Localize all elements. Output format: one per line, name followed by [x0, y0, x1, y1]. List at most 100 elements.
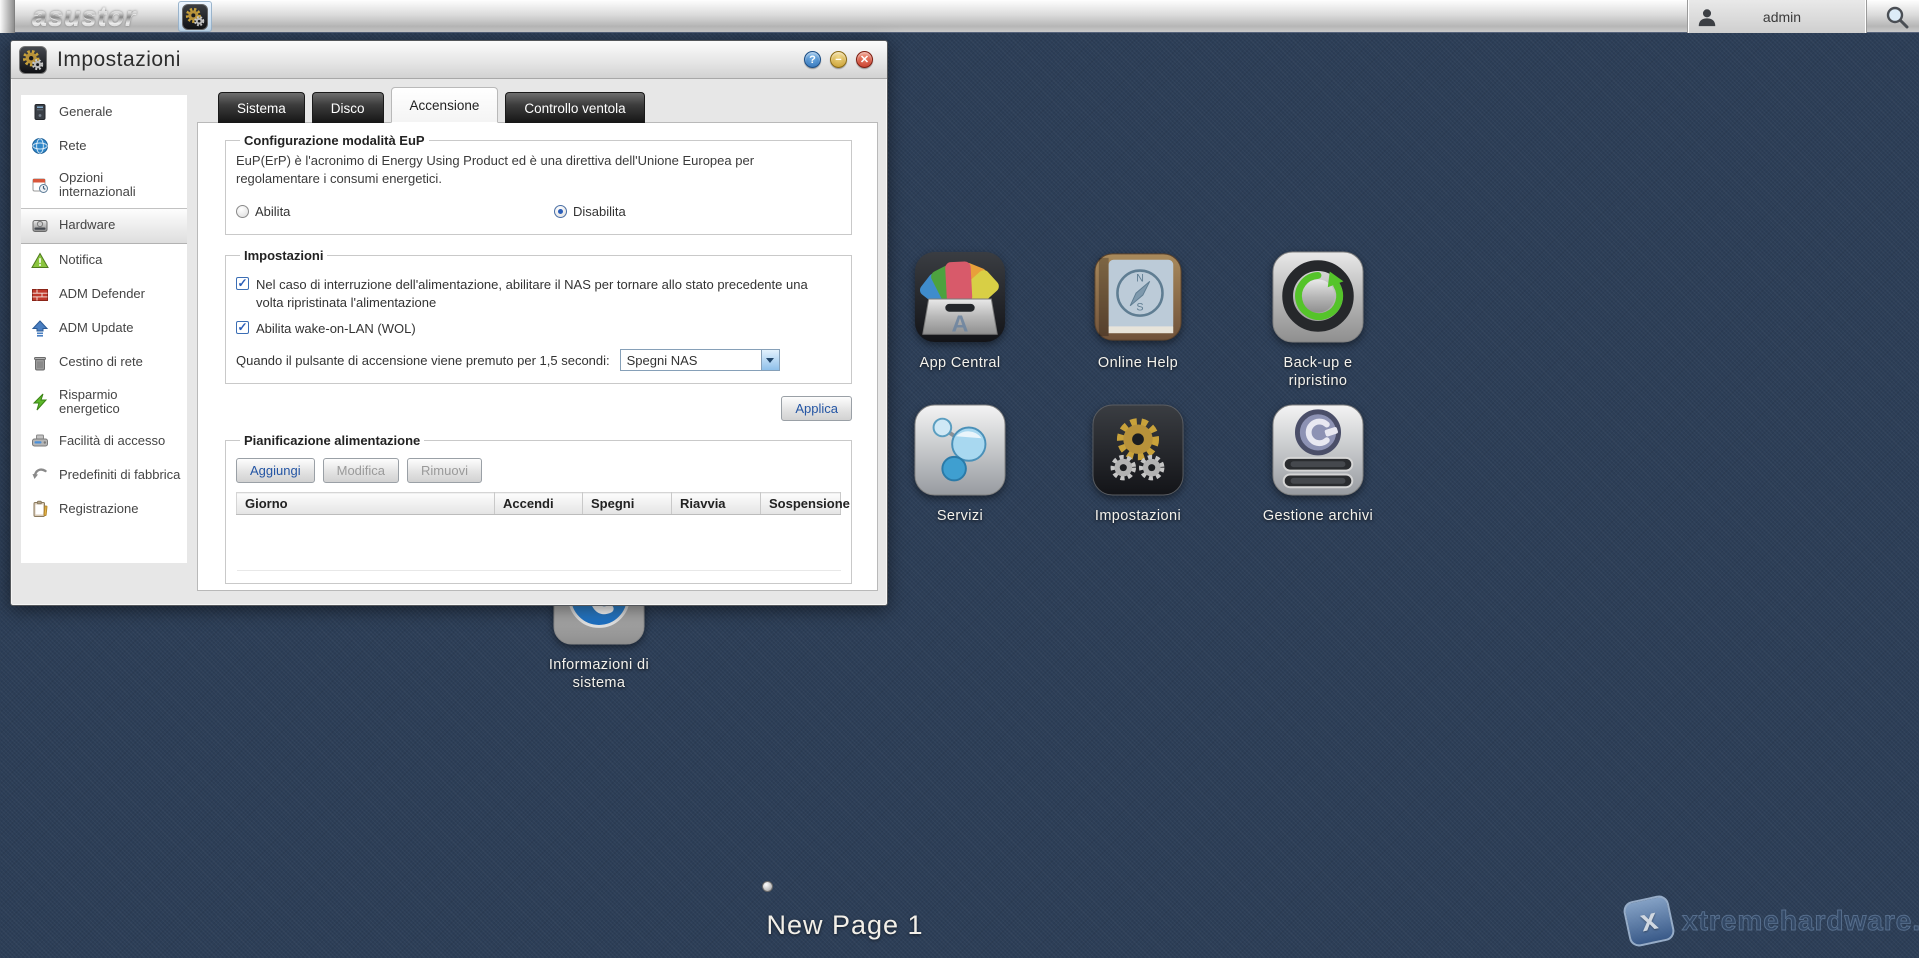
top-bar: asustor admin [0, 0, 1919, 33]
device-icon [32, 434, 48, 447]
sidebar-item-label: Risparmio energetico [59, 386, 120, 416]
clipboard-icon [33, 500, 48, 518]
warning-triangle-icon [31, 252, 49, 268]
desktop-icon-online-help[interactable]: N S Online Help [1058, 250, 1218, 372]
pianificazione-legend: Pianificazione alimentazione [244, 433, 421, 449]
col-giorno[interactable]: Giorno [236, 492, 495, 516]
pianificazione-fieldset: Pianificazione alimentazione Aggiungi Mo… [225, 433, 852, 585]
power-action-select[interactable]: Spegni NAS [619, 349, 780, 372]
checkbox-checked-icon[interactable] [236, 321, 249, 335]
green-bolt-icon [32, 393, 48, 411]
sidebar-item-label: Registrazione [59, 501, 139, 517]
desktop-icon-app-central[interactable]: A App Central [880, 250, 1040, 372]
services-icon [914, 404, 1006, 496]
empty-table-row [236, 514, 841, 572]
radio-icon[interactable] [236, 205, 249, 219]
checkbox-checked-icon[interactable] [236, 277, 249, 291]
col-accendi[interactable]: Accendi [494, 492, 583, 516]
sidebar-item-label: Facilità di accesso [59, 433, 166, 449]
settings-window: Impostazioni ? − ✕ Generale Rete Opzioni… [10, 40, 888, 606]
asustor-logo: asustor [32, 1, 137, 31]
eup-legend: Configurazione modalità EuP [244, 133, 425, 148]
desktop-icon-backup-ripristino[interactable]: Back-up e ripristino [1238, 250, 1398, 390]
sidebar-item-cestino-di-rete[interactable]: Cestino di rete [21, 346, 187, 380]
impostazioni-legend: Impostazioni [244, 248, 324, 264]
checkbox-label: Abilita wake-on-LAN (WOL) [256, 321, 416, 337]
sidebar-item-label: Hardware [59, 217, 116, 233]
sidebar-item-predefiniti-di-fabbrica[interactable]: Predefiniti di fabbrica [21, 458, 187, 492]
sidebar-item-notifica[interactable]: Notifica [21, 244, 187, 278]
power-button-label: Quando il pulsante di accensione viene p… [236, 352, 610, 368]
apply-button[interactable]: Applica [781, 396, 852, 422]
undo-arrow-icon [32, 468, 47, 480]
search-button[interactable] [1883, 3, 1913, 31]
sidebar-item-opzioni-internazionali[interactable]: Opzioni internazionali [21, 163, 187, 208]
edit-button[interactable]: Modifica [322, 458, 400, 484]
help-button[interactable]: ? [804, 51, 821, 68]
gears-icon [182, 3, 208, 30]
backup-restore-icon [1272, 251, 1364, 343]
user-menu[interactable]: admin [1687, 0, 1867, 33]
firewall-icon [32, 288, 48, 301]
chevron-down-icon[interactable] [760, 350, 779, 371]
sidebar-item-label: Rete [59, 137, 87, 153]
icon-label: App Central [919, 355, 1001, 371]
network-globe-icon [32, 138, 48, 154]
close-button[interactable]: ✕ [856, 51, 873, 68]
sidebar-item-generale[interactable]: Generale [21, 95, 187, 129]
icon-label: Informazioni di sistema [548, 657, 650, 692]
online-help-icon: N S [1094, 253, 1182, 341]
update-arrow-icon [31, 319, 49, 337]
sidebar-item-label: Generale [59, 103, 113, 119]
checkbox-wol[interactable]: Abilita wake-on-LAN (WOL) [236, 320, 841, 338]
col-spegni[interactable]: Spegni [582, 492, 672, 516]
sidebar-item-rete[interactable]: Rete [21, 129, 187, 163]
user-icon [1698, 8, 1716, 26]
tab-controllo-ventola[interactable]: Controllo ventola [505, 92, 645, 123]
col-riavvia[interactable]: Riavvia [671, 492, 761, 516]
tab-sistema[interactable]: Sistema [218, 92, 305, 123]
desktop-icon-servizi[interactable]: Servizi [880, 403, 1040, 525]
calendar-clock-icon [32, 178, 48, 194]
svg-text:N: N [1136, 272, 1144, 284]
col-sospensione[interactable]: Sospensione [760, 492, 850, 516]
sidebar-item-registrazione[interactable]: Registrazione [21, 492, 187, 526]
desktop-dot [762, 881, 773, 892]
checkbox-restore-power[interactable]: Nel caso di interruzione dell'alimentazi… [236, 276, 841, 311]
remove-button[interactable]: Rimuovi [407, 458, 482, 484]
sidebar-item-risparmio-energetico[interactable]: Risparmio energetico [21, 380, 187, 425]
sidebar-item-adm-update[interactable]: ADM Update [21, 312, 187, 346]
icon-label: Impostazioni [1094, 508, 1182, 524]
settings-gears-icon [1092, 404, 1184, 496]
trash-icon [34, 356, 46, 371]
sidebar-item-label: Cestino di rete [59, 354, 143, 370]
desktop-icon-gestione-archivi[interactable]: Gestione archivi [1238, 403, 1398, 525]
radio-disabilita[interactable]: Disabilita [554, 204, 626, 219]
sidebar-item-label: Predefiniti di fabbrica [59, 467, 181, 483]
tab-disco[interactable]: Disco [311, 92, 384, 123]
desktop-icon-impostazioni[interactable]: Impostazioni [1058, 403, 1218, 525]
panel-collapse-handle[interactable] [0, 0, 15, 33]
radio-abilita[interactable]: Abilita [236, 204, 290, 219]
server-icon [34, 104, 46, 120]
tab-accensione[interactable]: Accensione [390, 87, 499, 123]
icon-label: Online Help [1097, 355, 1179, 371]
watermark: x xtremehardware.it [1621, 893, 1919, 949]
sidebar-item-adm-defender[interactable]: ADM Defender [21, 278, 187, 312]
taskbar-item-impostazioni[interactable] [178, 1, 212, 32]
minimize-button[interactable]: − [830, 51, 847, 68]
window-titlebar[interactable]: Impostazioni ? − ✕ [11, 41, 887, 79]
sidebar-item-label: ADM Defender [59, 286, 145, 302]
tab-content-accensione: Configurazione modalità EuP EuP(ErP) è l… [197, 122, 878, 591]
storage-manager-icon [1272, 404, 1364, 496]
radio-icon-selected[interactable] [554, 205, 567, 219]
add-button[interactable]: Aggiungi [236, 458, 315, 484]
sidebar-item-hardware[interactable]: Hardware [21, 207, 187, 244]
radio-label: Abilita [255, 204, 291, 220]
sidebar-item-facilita-di-accesso[interactable]: Facilità di accesso [21, 424, 187, 458]
tab-bar: Sistema Disco Accensione Controllo vento… [218, 87, 645, 123]
schedule-table: Giorno Accendi Spegni Riavvia Sospension… [236, 492, 850, 572]
checkbox-label: Nel caso di interruzione dell'alimentazi… [256, 277, 808, 310]
watermark-text: xtremehardware.it [1681, 905, 1919, 937]
icon-label: Gestione archivi [1262, 508, 1374, 524]
